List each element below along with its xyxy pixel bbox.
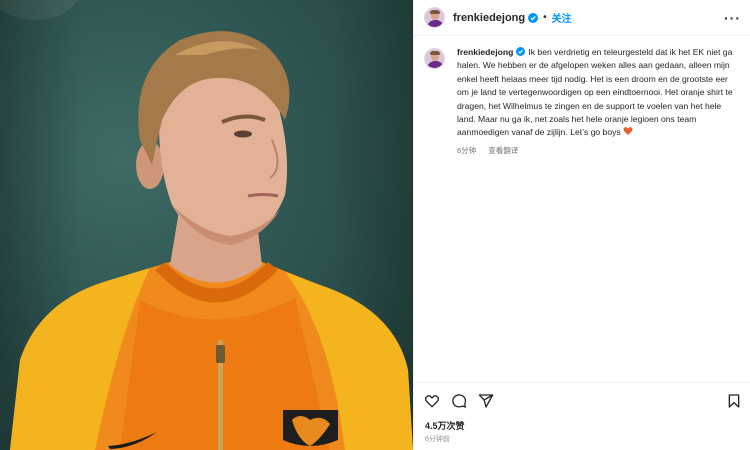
share-icon[interactable] (478, 393, 494, 409)
author-avatar[interactable] (424, 7, 445, 28)
action-bar (424, 391, 742, 411)
header-separator: • (543, 12, 547, 23)
like-count[interactable]: 4.5万次赞 (425, 419, 465, 432)
caption-age: 6分钟 (457, 145, 477, 155)
caption-username[interactable]: frenkiedejong (457, 47, 513, 57)
player-photo-illustration (10, 31, 413, 450)
caption-text: Ik ben verdrietig en teleurgesteld dat i… (457, 47, 733, 138)
caption-meta: 6分钟 查看翻译 (457, 144, 739, 157)
caption: frenkiedejong Ik ben verdrietig en teleur… (457, 46, 739, 157)
actions-divider (414, 382, 750, 383)
mouth (247, 193, 279, 198)
verified-badge-icon (528, 12, 539, 23)
follow-button[interactable]: 关注 (552, 10, 572, 25)
caption-author-avatar[interactable] (424, 48, 445, 69)
see-translation-link[interactable]: 查看翻译 (488, 146, 518, 155)
like-icon[interactable] (424, 393, 440, 409)
post-timestamp: 6分钟前 (425, 436, 450, 443)
author-username[interactable]: frenkiedejong (453, 12, 525, 24)
orange-heart-emoji (623, 127, 633, 136)
avatar-body (427, 20, 444, 27)
post-panel: frenkiedejong • 关注 ··· frenkiedejong Ik b… (413, 0, 750, 450)
eye (234, 130, 252, 138)
caption-block: frenkiedejong Ik ben verdrietig en teleur… (424, 46, 742, 157)
avatar-hair (430, 10, 440, 14)
save-icon[interactable] (726, 393, 742, 409)
post-header: frenkiedejong • 关注 ··· (414, 0, 750, 36)
verified-badge-icon (516, 47, 526, 56)
avatar-body (427, 61, 444, 68)
post-image[interactable] (0, 0, 413, 450)
jersey-zipper-pull (216, 345, 225, 363)
comment-icon[interactable] (451, 393, 467, 409)
avatar-hair (430, 51, 440, 55)
more-icon[interactable]: ··· (724, 10, 741, 26)
